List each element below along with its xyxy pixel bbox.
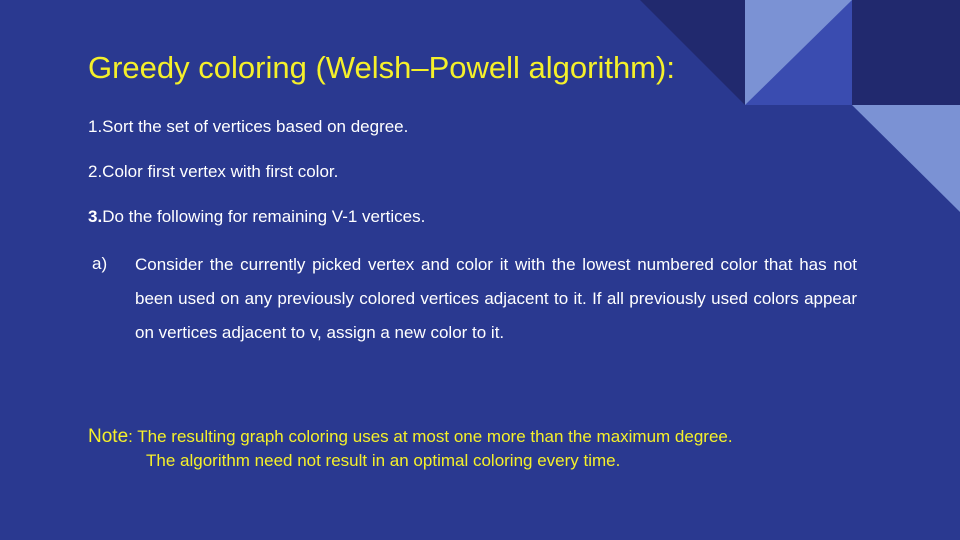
step-1-text: 1.Sort the set of vertices based on degr… [88, 117, 409, 136]
note-block: Note: The resulting graph coloring uses … [88, 425, 733, 473]
step-1: 1.Sort the set of vertices based on degr… [88, 117, 408, 137]
step-3-number: 3. [88, 207, 103, 226]
step-2: 2.Color first vertex with first color. [88, 162, 338, 182]
note-line-1: : The resulting graph coloring uses at m… [128, 427, 733, 446]
step-3: 3.Do the following for remaining V-1 ver… [88, 207, 425, 227]
deco-dark-right [852, 0, 960, 105]
step-2-text: 2.Color first vertex with first color. [88, 162, 339, 181]
slide-title: Greedy coloring (Welsh–Powell algorithm)… [88, 50, 675, 85]
substep-marker: a) [92, 254, 108, 273]
substep-text: Consider the currently picked vertex and… [135, 255, 857, 342]
step-3-text: Do the following for remaining V-1 verti… [102, 207, 426, 226]
substep-a: a) Consider the currently picked vertex … [92, 254, 857, 350]
note-line-2: The algorithm need not result in an opti… [146, 451, 621, 470]
note-label: Note [88, 426, 129, 447]
deco-light-triangle-bottom [852, 105, 960, 212]
